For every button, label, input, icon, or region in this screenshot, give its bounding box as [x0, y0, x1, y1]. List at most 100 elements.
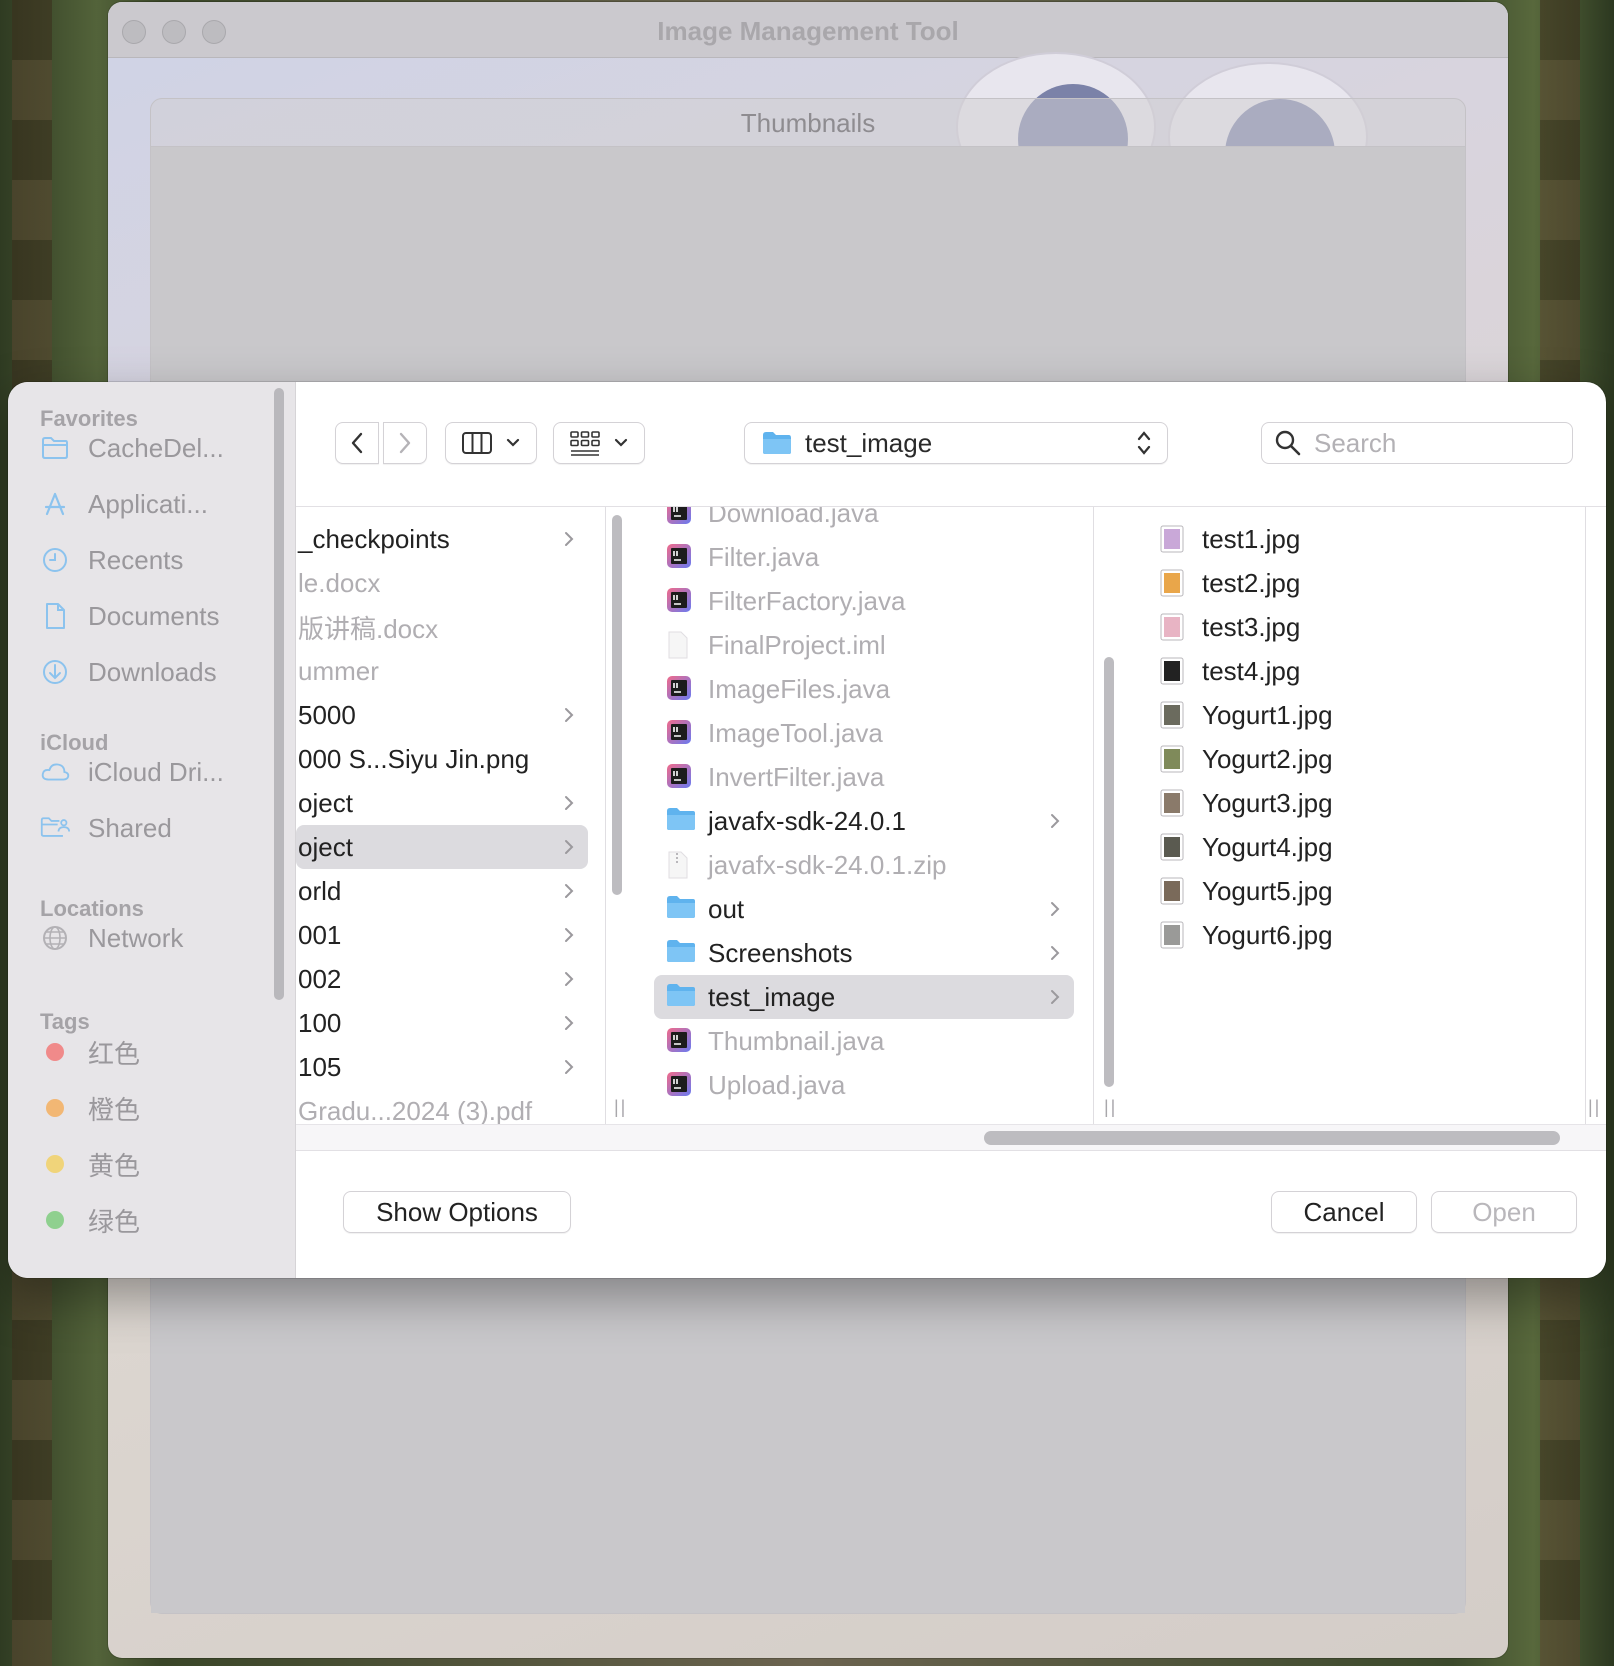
image-file-row[interactable]: Yogurt1.jpg — [1146, 693, 1566, 737]
image-file-row[interactable]: Yogurt2.jpg — [1146, 737, 1566, 781]
sidebar-section-title: Favorites — [40, 406, 138, 431]
folder-row[interactable]: 002 — [296, 957, 588, 1001]
browser-column-3: test1.jpg test2.jpg test3.jpg test4.jpg Yogu… — [1126, 507, 1586, 1124]
folder-row[interactable]: Screenshots — [654, 931, 1074, 975]
file-row[interactable]: InvertFilter.java — [654, 755, 1074, 799]
row-label: _checkpoints — [298, 523, 450, 554]
row-label: Yogurt5.jpg — [1202, 875, 1333, 906]
location-popup[interactable]: test_image — [744, 422, 1168, 464]
row-label: Upload.java — [708, 1069, 846, 1100]
view-mode-button[interactable] — [445, 422, 537, 464]
java-file-icon — [666, 1027, 692, 1055]
grid-group-icon — [570, 431, 600, 456]
file-row[interactable]: ImageFiles.java — [654, 667, 1074, 711]
search-icon — [1275, 430, 1301, 456]
row-label: 002 — [298, 963, 342, 994]
row-label: Download.java — [708, 507, 879, 528]
file-row[interactable]: FilterFactory.java — [654, 579, 1074, 623]
folder-row[interactable]: 100 — [296, 1001, 588, 1045]
chevron-right-icon — [564, 1011, 574, 1037]
image-thumbnail-icon — [1160, 745, 1186, 773]
image-file-row[interactable]: Yogurt3.jpg — [1146, 781, 1566, 825]
file-row[interactable]: Gradu...2024 (3).pdf — [296, 1089, 588, 1125]
group-button[interactable] — [553, 422, 645, 464]
column-resize-handle[interactable]: || — [1588, 1097, 1601, 1118]
sidebar-item-label: iCloud Dri... — [88, 756, 224, 787]
open-button[interactable]: Open — [1431, 1191, 1577, 1233]
horizontal-scrollbar — [296, 1124, 1606, 1150]
file-row[interactable]: ummer — [296, 649, 588, 693]
tag-color-icon — [46, 1043, 64, 1061]
image-file-row[interactable]: test3.jpg — [1146, 605, 1566, 649]
sidebar-item[interactable]: Recents — [40, 542, 270, 578]
sidebar-item[interactable]: iCloud Dri... — [40, 754, 270, 790]
column-resize-handle[interactable]: || — [1104, 1097, 1117, 1118]
file-row[interactable]: le.docx — [296, 561, 588, 605]
sidebar-item[interactable]: Applicati... — [40, 486, 270, 522]
folder-row[interactable]: _checkpoints — [296, 517, 588, 561]
folder-row[interactable]: 105 — [296, 1045, 588, 1089]
column-resize-handle[interactable]: || — [614, 1097, 627, 1118]
sidebar-item[interactable]: 绿色 — [40, 1202, 270, 1238]
file-row[interactable]: ImageTool.java — [654, 711, 1074, 755]
column-1-scrollbar[interactable] — [612, 515, 622, 895]
globe-icon — [40, 923, 70, 953]
back-button[interactable] — [335, 422, 379, 464]
file-row[interactable]: Download.java — [654, 507, 1074, 535]
image-file-row[interactable]: Yogurt4.jpg — [1146, 825, 1566, 869]
folder-row[interactable]: out — [654, 887, 1074, 931]
zip-file-icon — [666, 851, 692, 879]
browser-column-2: Download.java Filter.java FilterFactory.ja… — [634, 507, 1094, 1124]
sidebar-item[interactable]: Documents — [40, 598, 270, 634]
columns-view-icon — [462, 432, 492, 454]
row-label: 105 — [298, 1051, 342, 1082]
file-row[interactable]: 000 S...Siyu Jin.png — [296, 737, 588, 781]
image-file-row[interactable]: test2.jpg — [1146, 561, 1566, 605]
image-file-row[interactable]: Yogurt6.jpg — [1146, 913, 1566, 957]
file-row[interactable]: Upload.java — [654, 1063, 1074, 1107]
sidebar-item[interactable]: CacheDel... — [40, 430, 270, 466]
sidebar-item[interactable]: 黄色 — [40, 1146, 270, 1182]
sidebar-item-label: Applicati... — [88, 488, 208, 519]
file-row[interactable]: 版讲稿.docx — [296, 605, 588, 649]
folder-row[interactable]: oject — [296, 825, 588, 869]
download-icon — [40, 657, 70, 687]
search-field[interactable] — [1261, 422, 1573, 464]
document-icon — [40, 601, 70, 631]
row-label: test1.jpg — [1202, 523, 1301, 554]
file-row[interactable]: Filter.java — [654, 535, 1074, 579]
folder-row[interactable]: 5000 — [296, 693, 588, 737]
forward-button[interactable] — [383, 422, 427, 464]
folder-row[interactable]: oject — [296, 781, 588, 825]
sidebar-scrollbar[interactable] — [274, 388, 284, 1000]
folder-row[interactable]: test_image — [654, 975, 1074, 1019]
sidebar-item[interactable]: 橙色 — [40, 1090, 270, 1126]
image-thumbnail-icon — [1160, 833, 1186, 861]
search-input[interactable] — [1314, 427, 1554, 459]
row-label: FilterFactory.java — [708, 585, 906, 616]
image-file-row[interactable]: test4.jpg — [1146, 649, 1566, 693]
sidebar-item[interactable]: 红色 — [40, 1034, 270, 1070]
java-file-icon — [666, 587, 692, 615]
horizontal-scrollbar-thumb[interactable] — [984, 1131, 1560, 1145]
file-row[interactable]: FinalProject.iml — [654, 623, 1074, 667]
file-row[interactable]: Thumbnail.java — [654, 1019, 1074, 1063]
chevron-right-icon — [564, 967, 574, 993]
image-file-row[interactable]: Yogurt5.jpg — [1146, 869, 1566, 913]
sidebar-item[interactable]: Network — [40, 920, 270, 956]
file-row[interactable]: javafx-sdk-24.0.1.zip — [654, 843, 1074, 887]
row-label: out — [708, 893, 745, 924]
row-label: ummer — [298, 655, 379, 686]
show-options-button[interactable]: Show Options — [343, 1191, 571, 1233]
folder-row[interactable]: orld — [296, 869, 588, 913]
image-thumbnail-icon — [1160, 613, 1186, 641]
folder-row[interactable]: javafx-sdk-24.0.1 — [654, 799, 1074, 843]
chevron-down-icon — [614, 438, 628, 447]
column-2-scrollbar[interactable] — [1104, 657, 1114, 1087]
folder-icon — [666, 939, 695, 967]
image-file-row[interactable]: test1.jpg — [1146, 517, 1566, 561]
sidebar-item[interactable]: Downloads — [40, 654, 270, 690]
folder-row[interactable]: 001 — [296, 913, 588, 957]
cancel-button[interactable]: Cancel — [1271, 1191, 1417, 1233]
sidebar-item[interactable]: Shared — [40, 810, 270, 846]
